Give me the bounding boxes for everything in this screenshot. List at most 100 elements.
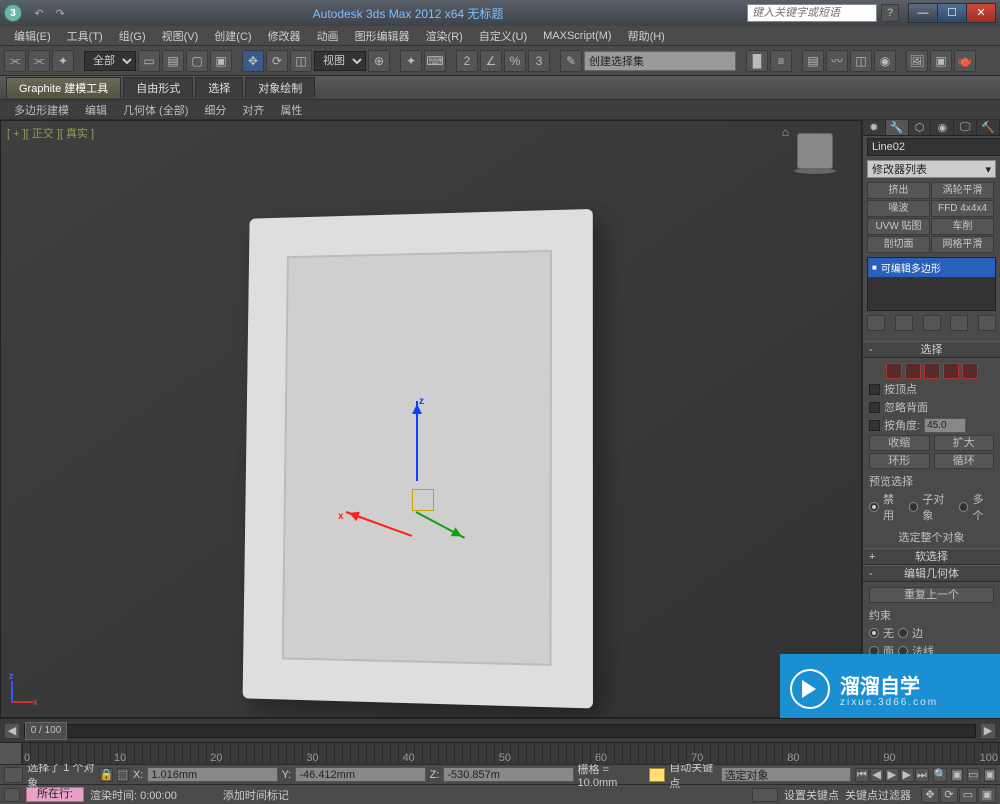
menu-group[interactable]: 组(G): [111, 28, 154, 44]
angle-spinner[interactable]: [924, 418, 966, 433]
menu-maxscript[interactable]: MAXScript(M): [535, 30, 619, 42]
schematic-icon[interactable]: ◫: [850, 50, 872, 72]
snap-angle-icon[interactable]: ∠: [480, 50, 502, 72]
ribbon-tab-paint[interactable]: 对象绘制: [245, 77, 315, 98]
redo-icon[interactable]: ↷: [51, 7, 69, 20]
trackbar-ruler[interactable]: 0102030405060708090100: [22, 743, 1000, 764]
prompt-line[interactable]: 所在行:: [26, 787, 84, 802]
sel-set-field[interactable]: [721, 767, 851, 782]
configure-icon[interactable]: [978, 315, 996, 331]
subobj-poly-icon[interactable]: [943, 363, 959, 379]
menu-render[interactable]: 渲染(R): [418, 28, 471, 44]
mod-extrude[interactable]: 挤出: [867, 182, 930, 199]
goto-start-icon[interactable]: ⏮: [855, 768, 869, 782]
nav-zoomall-icon[interactable]: ▣: [951, 768, 963, 782]
mod-lathe[interactable]: 车削: [931, 218, 994, 235]
radio-subobj[interactable]: [909, 502, 919, 512]
unique-icon[interactable]: [923, 315, 941, 331]
subobj-vertex-icon[interactable]: [886, 363, 902, 379]
ref-coord-dropdown[interactable]: 视图: [314, 51, 366, 71]
mod-noise[interactable]: 噪波: [867, 200, 930, 217]
key-icon[interactable]: [752, 788, 778, 802]
curve-editor-icon[interactable]: 〰: [826, 50, 848, 72]
snap-percent-icon[interactable]: %: [504, 50, 526, 72]
select-name-icon[interactable]: ▤: [162, 50, 184, 72]
ribbon-tab-freeform[interactable]: 自由形式: [123, 77, 193, 98]
subribbon-subdiv[interactable]: 细分: [196, 102, 234, 118]
snap-2d-icon[interactable]: 2: [456, 50, 478, 72]
gizmo-z-axis[interactable]: [416, 401, 418, 481]
subribbon-poly[interactable]: 多边形建模: [6, 102, 77, 118]
menu-edit[interactable]: 编辑(E): [6, 28, 59, 44]
render-setup-icon[interactable]: 🖼: [906, 50, 928, 72]
time-slider-track[interactable]: 0 / 100: [24, 724, 976, 738]
menu-grapheditors[interactable]: 图形编辑器: [347, 28, 418, 44]
radio-multi[interactable]: [959, 502, 969, 512]
tab-create-icon[interactable]: ✹: [863, 120, 886, 135]
menu-tools[interactable]: 工具(T): [59, 28, 111, 44]
pin-stack-icon[interactable]: [867, 315, 885, 331]
edit-named-sel-icon[interactable]: ✎: [560, 50, 582, 72]
rollout-select-head[interactable]: 选择: [863, 341, 1000, 358]
viewcube-home-icon[interactable]: ⌂: [782, 125, 789, 139]
unlink-icon[interactable]: ⫘: [28, 50, 50, 72]
subribbon-geom[interactable]: 几何体 (全部): [115, 102, 196, 118]
link-icon[interactable]: ⫘: [4, 50, 26, 72]
menu-animation[interactable]: 动画: [309, 28, 347, 44]
menu-help[interactable]: 帮助(H): [620, 28, 673, 44]
btn-shrink[interactable]: 收缩: [869, 435, 930, 451]
material-editor-icon[interactable]: ◉: [874, 50, 896, 72]
menu-views[interactable]: 视图(V): [154, 28, 207, 44]
pivot-icon[interactable]: ⊕: [368, 50, 390, 72]
subribbon-edit[interactable]: 编辑: [77, 102, 115, 118]
mod-slice[interactable]: 剖切面: [867, 236, 930, 253]
tab-motion-icon[interactable]: ◉: [931, 120, 954, 135]
help-search-input[interactable]: [747, 4, 877, 22]
maximize-button[interactable]: ☐: [937, 3, 967, 23]
nav-orbit-icon[interactable]: ⟳: [940, 787, 958, 803]
minimize-button[interactable]: —: [908, 3, 938, 23]
chk-byvertex[interactable]: [869, 384, 880, 395]
keyboard-icon[interactable]: ⌨: [424, 50, 446, 72]
script-listener-icon[interactable]: [4, 788, 20, 802]
modifier-stack[interactable]: 可编辑多边形: [867, 257, 996, 311]
mod-ffd[interactable]: FFD 4x4x4: [931, 200, 994, 217]
viewport-label[interactable]: [ + ][ 正交 ][ 真实 ]: [7, 125, 94, 141]
nav-zoomext-icon[interactable]: ▣: [984, 768, 996, 782]
mod-meshsmooth[interactable]: 网格平滑: [931, 236, 994, 253]
rollout-softsel-head[interactable]: 软选择: [863, 548, 1000, 565]
align-icon[interactable]: ≡: [770, 50, 792, 72]
render-icon[interactable]: 🫖: [954, 50, 976, 72]
play-icon[interactable]: ▶: [885, 768, 899, 782]
bind-icon[interactable]: ✦: [52, 50, 74, 72]
subobj-edge-icon[interactable]: [905, 363, 921, 379]
btn-grow[interactable]: 扩大: [934, 435, 995, 451]
tab-hierarchy-icon[interactable]: ⬡: [909, 120, 932, 135]
viewcube[interactable]: [797, 133, 833, 169]
selection-filter[interactable]: 全部: [84, 51, 136, 71]
time-prev-icon[interactable]: ◀: [4, 723, 20, 739]
undo-icon[interactable]: ↶: [30, 7, 48, 20]
manip-icon[interactable]: ✦: [400, 50, 422, 72]
mod-turbo[interactable]: 涡轮平滑: [931, 182, 994, 199]
close-button[interactable]: ✕: [966, 3, 996, 23]
stack-epoly[interactable]: 可编辑多边形: [868, 258, 995, 277]
radio-c-edge[interactable]: [898, 628, 908, 638]
time-next-icon[interactable]: ▶: [980, 723, 996, 739]
subobj-element-icon[interactable]: [962, 363, 978, 379]
z-field[interactable]: [443, 767, 573, 782]
modifier-list-dropdown[interactable]: 修改器列表▾: [867, 160, 996, 178]
nav-zoom-icon[interactable]: 🔍: [933, 768, 947, 782]
radio-c-none[interactable]: [869, 628, 879, 638]
subobj-border-icon[interactable]: [924, 363, 940, 379]
ribbon-tab-modeling[interactable]: Graphite 建模工具: [6, 77, 121, 98]
menu-customize[interactable]: 自定义(U): [471, 28, 535, 44]
rotate-icon[interactable]: ⟳: [266, 50, 288, 72]
show-end-icon[interactable]: [895, 315, 913, 331]
select-region-icon[interactable]: ▢: [186, 50, 208, 72]
help-icon[interactable]: ?: [881, 4, 899, 22]
tab-utilities-icon[interactable]: 🔨: [977, 120, 1000, 135]
radio-disable[interactable]: [869, 502, 879, 512]
autokey-button[interactable]: [649, 768, 665, 782]
nav-max-icon[interactable]: ▣: [978, 787, 996, 803]
